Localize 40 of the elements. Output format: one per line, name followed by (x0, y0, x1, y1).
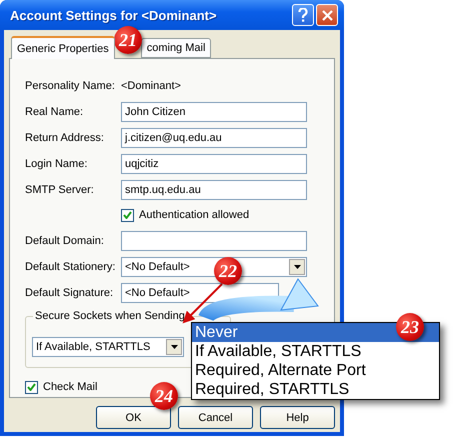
dropdown-button[interactable] (289, 259, 305, 276)
input-field[interactable]: j.citizen@uq.edu.au (121, 128, 307, 148)
field-label: Real Name: (25, 106, 84, 118)
input-field[interactable]: uqjcitiz (121, 154, 307, 174)
list-option[interactable]: If Available, STARTTLS (192, 342, 439, 361)
question-mark-icon (298, 8, 308, 22)
dropdown-button[interactable] (166, 339, 182, 356)
field-label: Default Stationery: (25, 261, 116, 274)
dialog-button[interactable]: Cancel (178, 406, 253, 429)
dropdown-arrow-icon (170, 345, 178, 350)
personality-value: <Dominant> (121, 80, 181, 92)
field-label: Personality Name: (25, 80, 116, 92)
tab[interactable]: Generic Properties (11, 36, 115, 59)
dialog-button[interactable]: Help (260, 406, 335, 429)
close-button[interactable] (316, 4, 338, 26)
checkbox-label: Check Mail (43, 381, 98, 394)
input-field[interactable]: John Citizen (121, 102, 307, 122)
dialog-button[interactable]: OK (96, 406, 171, 429)
checkmark-icon (123, 211, 132, 220)
group-title: Secure Sockets when Sending (33, 310, 187, 322)
checkbox-label: Authentication allowed (139, 209, 250, 222)
dropdown-arrow-icon (294, 265, 300, 270)
input-field[interactable]: smtp.uq.edu.au (121, 180, 307, 200)
list-option[interactable]: Required, Alternate Port (192, 361, 439, 380)
list-option[interactable]: Required, STARTTLS (192, 380, 439, 399)
input-field[interactable] (121, 231, 307, 252)
checkbox[interactable] (121, 208, 134, 222)
field-label: Return Address: (25, 132, 105, 144)
dropdown-field[interactable]: If Available, STARTTLS (32, 337, 184, 358)
help-button[interactable] (292, 4, 314, 26)
field-label: Login Name: (25, 158, 88, 170)
tab[interactable]: coming Mail (140, 38, 212, 58)
callout-badge: 23 (396, 313, 424, 341)
checkmark-icon (27, 383, 36, 392)
field-label: SMTP Server: (25, 184, 95, 196)
field-label: Default Signature: (25, 287, 114, 300)
checkbox[interactable] (25, 380, 38, 394)
window-title: Account Settings for <Dominant> (10, 8, 218, 22)
close-icon (322, 10, 332, 20)
field-label: Default Domain: (25, 235, 105, 248)
